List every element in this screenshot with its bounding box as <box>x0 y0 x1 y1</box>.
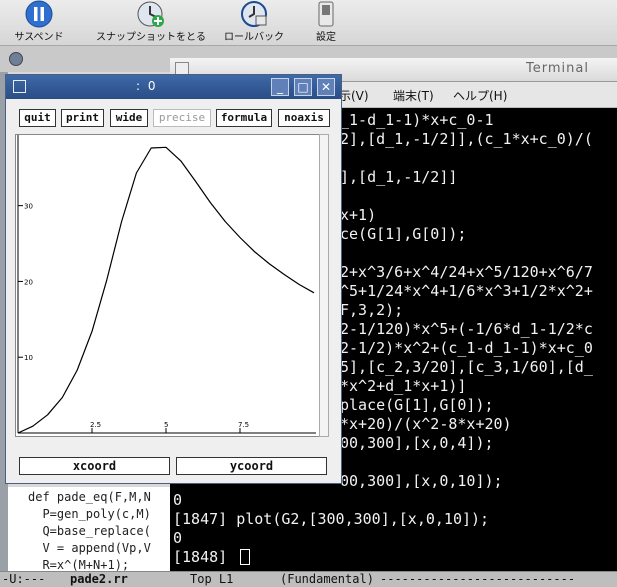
suspend-button[interactable]: サスペンド <box>0 0 78 46</box>
y-tick-label: 10 <box>24 354 33 362</box>
maximize-icon[interactable]: □ <box>294 78 312 96</box>
settings-switch-icon <box>318 1 334 27</box>
terminal-title: Terminal <box>526 61 589 76</box>
menu-terminal[interactable]: 端末(T) <box>393 87 434 104</box>
rollback-label: ロールバック <box>224 32 284 43</box>
modeline-mode: (Fundamental) <box>280 572 374 586</box>
emacs-modeline: -U:--- pade2.rr Top L1 (Fundamental) ---… <box>0 571 617 587</box>
ycoord-field[interactable]: ycoord <box>176 457 327 475</box>
close-icon[interactable]: ✕ <box>317 78 335 96</box>
pause-icon <box>25 0 53 28</box>
desktop-globe-icon[interactable] <box>9 52 23 66</box>
plot-titlebar[interactable]: : 0 _ □ ✕ <box>6 75 341 99</box>
code-line: P=gen_poly(c,M) <box>28 507 151 521</box>
plot-chart: 2.5 5 7.5 10 20 30 <box>17 135 316 434</box>
precise-button[interactable]: precise <box>153 109 211 127</box>
xcoord-field[interactable]: xcoord <box>19 457 170 475</box>
print-button[interactable]: print <box>61 109 104 127</box>
x-tick-label: 7.5 <box>238 421 249 429</box>
wide-button[interactable]: wide <box>110 109 148 127</box>
terminal-line: 5],[c_2,3/20],[c_3,1/60],[d_ <box>340 358 593 376</box>
suspend-label: サスペンド <box>14 32 64 43</box>
terminal-line: *x+20)/(x^2-8*x+20) <box>340 415 512 433</box>
minimize-icon[interactable]: _ <box>271 78 289 96</box>
terminal-line: place(G[1],G[0]); <box>340 396 494 414</box>
terminal-line: x+1) <box>340 206 377 224</box>
series-line <box>17 146 315 434</box>
modeline-position: Top L1 <box>190 572 234 586</box>
formula-button[interactable]: formula <box>216 109 272 127</box>
settings-button[interactable]: 設定 <box>306 0 346 46</box>
terminal-prompt: [1848] <box>173 548 251 567</box>
terminal-line: [1847] plot(G2,[300,300],[x,0,10]); <box>173 510 490 528</box>
rollback-button[interactable]: ロールバック <box>218 0 290 46</box>
terminal-line: 2+x^3/6+x^4/24+x^5/120+x^6/7 <box>340 263 593 281</box>
terminal-line: 2-1/120)*x^5+(-1/6*d_1-1/2*c <box>340 320 593 338</box>
terminal-line: 00,300],[x,0,4]); <box>340 434 494 452</box>
menu-help[interactable]: ヘルプ(H) <box>453 87 507 104</box>
code-line: def pade_eq(F,M,N <box>28 490 151 504</box>
modeline-fill: --------------------------- <box>380 572 576 586</box>
terminal-line: ],[d_1,-1/2]] <box>340 168 458 186</box>
plot-window-menu-icon[interactable] <box>13 80 26 93</box>
y-tick-label: 30 <box>24 203 33 211</box>
terminal-cursor <box>240 549 251 565</box>
code-line: R=x^(M+N+1); <box>28 558 130 571</box>
terminal-line: ce(G[1],G[0]); <box>340 225 467 243</box>
terminal-line: _1-d_1-1)*x+c_0-1 <box>340 111 494 129</box>
terminal-line: *x^2+d_1*x+1)] <box>340 377 467 395</box>
terminal-line: 0 <box>173 491 183 509</box>
x-tick-label: 5 <box>164 421 168 429</box>
snapshot-label: スナップショットをとる <box>96 32 206 43</box>
y-tick-label: 20 <box>24 278 33 286</box>
terminal-line: 2-1/2)*x^2+(c_1-d_1-1)*x+c_0 <box>340 339 593 357</box>
modeline-status: -U:--- <box>2 572 46 586</box>
rollback-icon <box>241 1 267 27</box>
quit-button[interactable]: quit <box>19 109 56 127</box>
settings-label: 設定 <box>316 32 336 43</box>
plot-window: : 0 _ □ ✕ quit print wide precise formul… <box>5 74 342 484</box>
modeline-buffer: pade2.rr <box>70 572 128 586</box>
noaxis-button[interactable]: noaxis <box>278 109 330 127</box>
code-line: Q=base_replace( <box>28 524 151 538</box>
code-line: V = append(Vp,V <box>28 541 151 555</box>
snapshot-icon <box>137 1 164 27</box>
plot-canvas[interactable]: 2.5 5 7.5 10 20 30 <box>15 134 328 437</box>
snapshot-button[interactable]: スナップショットをとる <box>88 0 214 46</box>
plot-vertical-scrollbar[interactable] <box>319 134 329 437</box>
emacs-buffer[interactable]: def pade_eq(F,M,N P=gen_poly(c,M) Q=base… <box>8 487 170 571</box>
x-tick-label: 2.5 <box>90 421 101 429</box>
terminal-line: ^5+1/24*x^4+1/6*x^3+1/2*x^2+ <box>340 282 593 300</box>
terminal-line: 0 <box>173 529 183 547</box>
menu-view[interactable]: 示(V) <box>339 87 369 104</box>
terminal-line: 00,300],[x,0,10]); <box>340 472 503 490</box>
plot-title: : 0 <box>136 79 158 93</box>
vm-toolbar: サスペンド スナップショットをとる ロールバック 設定 <box>0 0 617 46</box>
terminal-line: 2],[d_1,-1/2]],(c_1*x+c_0)/( <box>340 130 593 148</box>
terminal-line: F,3,2); <box>340 301 404 319</box>
